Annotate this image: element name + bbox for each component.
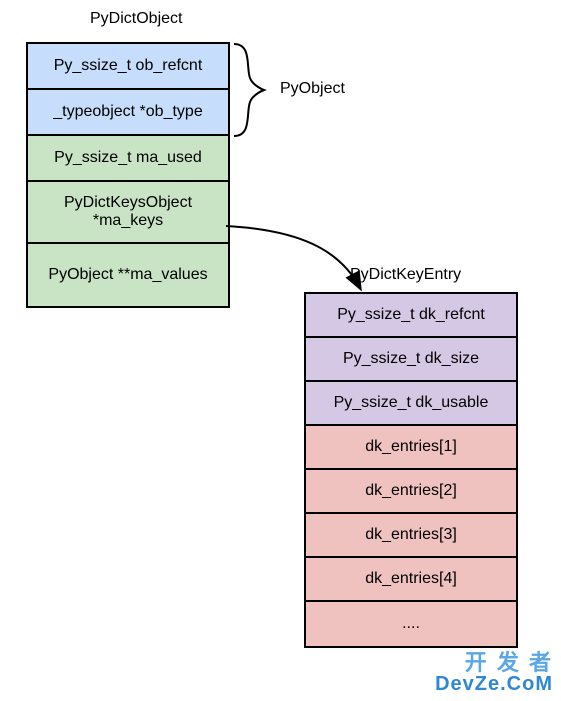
field-dk-refcnt: Py_ssize_t dk_refcnt <box>306 294 516 338</box>
left-title: PyDictObject <box>90 10 182 28</box>
pydictobject-struct: Py_ssize_t ob_refcnt _typeobject *ob_typ… <box>26 42 230 308</box>
arrow-ma-keys-to-keyentry <box>226 226 360 288</box>
field-dk-entries-1: dk_entries[1] <box>306 426 516 470</box>
field-dk-entries-ellipsis: .... <box>306 602 516 646</box>
field-ob-refcnt: Py_ssize_t ob_refcnt <box>28 44 228 90</box>
field-ob-type: _typeobject *ob_type <box>28 90 228 136</box>
field-dk-usable: Py_ssize_t dk_usable <box>306 382 516 426</box>
field-ma-values: PyObject **ma_values <box>28 244 228 306</box>
field-dk-entries-4: dk_entries[4] <box>306 558 516 602</box>
field-dk-entries-2: dk_entries[2] <box>306 470 516 514</box>
pydictkeyentry-struct: Py_ssize_t dk_refcnt Py_ssize_t dk_size … <box>304 292 518 648</box>
watermark-line1: 开 发 者 <box>435 651 553 674</box>
brace-label: PyObject <box>280 80 345 98</box>
field-dk-entries-3: dk_entries[3] <box>306 514 516 558</box>
right-title: PyDictKeyEntry <box>350 266 461 284</box>
watermark: 开 发 者 DevZe.CoM <box>435 651 553 695</box>
field-ma-used: Py_ssize_t ma_used <box>28 136 228 182</box>
field-dk-size: Py_ssize_t dk_size <box>306 338 516 382</box>
brace-icon <box>234 44 264 136</box>
watermark-line2: DevZe.CoM <box>435 674 553 695</box>
field-ma-keys: PyDictKeysObject *ma_keys <box>28 182 228 244</box>
